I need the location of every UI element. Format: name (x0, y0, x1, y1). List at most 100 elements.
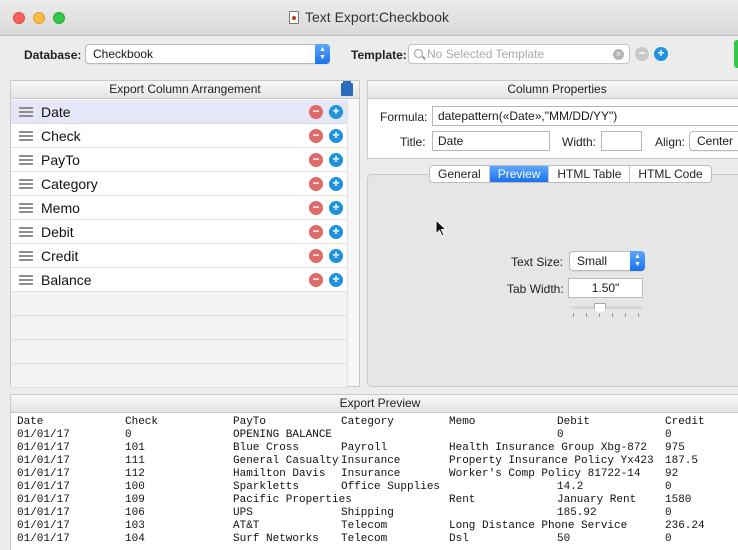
document-icon (289, 11, 300, 24)
preview-cell: 0 (665, 481, 672, 493)
preview-cell: 01/01/17 (17, 481, 70, 493)
drag-handle-icon[interactable] (19, 131, 33, 141)
preview-cell: Telecom (341, 520, 388, 532)
preview-cell: 14.2 (557, 481, 584, 493)
column-list-scrollbar[interactable] (347, 100, 359, 386)
remove-template-button[interactable]: − (635, 47, 649, 61)
align-popup[interactable]: Center (689, 131, 738, 151)
text-size-value: Small (577, 254, 608, 268)
database-label: Database: (24, 48, 82, 62)
column-row[interactable]: PayTo − + (11, 148, 347, 172)
properties-tabs: General Preview HTML Table HTML Code (429, 165, 712, 183)
preview-cell: Health Insurance Group Xbg-872 (449, 442, 648, 454)
formula-field[interactable]: datepattern(«Date»,"MM/DD/YY") (432, 106, 738, 126)
column-properties-header: Column Properties (368, 81, 738, 99)
tab-general[interactable]: General (430, 166, 490, 182)
preview-cell: 0 (665, 507, 672, 519)
remove-column-button[interactable]: − (309, 225, 323, 239)
remove-column-button[interactable]: − (309, 201, 323, 215)
column-row[interactable]: Balance − + (11, 268, 347, 292)
preview-cell: Category (341, 416, 394, 428)
preview-cell: 106 (125, 507, 145, 519)
preview-data-row: 01/01/17 0 OPENING BALANCE 0 0 (17, 429, 738, 442)
preview-cell: 975 (665, 442, 685, 454)
database-popup[interactable]: Checkbook ▲ ▼ (85, 44, 330, 64)
slider-tick (625, 313, 626, 317)
preview-cell: 236.24 (665, 520, 705, 532)
tab-html-table[interactable]: HTML Table (549, 166, 631, 182)
preview-cell: Property Insurance Policy Yx423 (449, 455, 654, 467)
title-field[interactable]: Date (432, 131, 550, 151)
remove-column-button[interactable]: − (309, 153, 323, 167)
column-row[interactable]: Credit − + (11, 244, 347, 268)
remove-column-button[interactable]: − (309, 273, 323, 287)
preview-cell: Dsl (449, 533, 469, 545)
slider-tick (586, 313, 587, 317)
add-column-button[interactable]: + (329, 153, 343, 167)
preview-cell: 0 (557, 429, 564, 441)
trash-icon[interactable] (341, 81, 353, 96)
add-column-button[interactable]: + (329, 129, 343, 143)
template-search-field[interactable]: No Selected Template × (408, 44, 630, 64)
export-preview-text[interactable]: Date Check PayTo Category Memo Debit Credit 01/… (11, 414, 738, 550)
preview-cell: Surf Networks (233, 533, 319, 545)
preview-cell: Insurance (341, 468, 401, 480)
preview-data-row: 01/01/17 106 UPS Shipping 185.92 0 (17, 507, 738, 520)
preview-cell: Long Distance Phone Service (449, 520, 628, 532)
slider-tick (599, 313, 600, 317)
remove-column-button[interactable]: − (309, 249, 323, 263)
preview-data-row: 01/01/17 111 General Casualty Insurance Prop… (17, 455, 738, 468)
preview-cell: 01/01/17 (17, 533, 70, 545)
preview-cell: Date (17, 416, 44, 428)
export-preview-panel: Export Preview Date Check PayTo Category Mem… (10, 394, 738, 550)
add-template-button[interactable]: + (654, 47, 668, 61)
column-row[interactable]: Category − + (11, 172, 347, 196)
add-column-button[interactable]: + (329, 225, 343, 239)
preview-data-row: 01/01/17 101 Blue Cross Payroll Health Insur… (17, 442, 738, 455)
column-row[interactable]: Date − + (11, 100, 347, 124)
preview-cell: OPENING BALANCE (233, 429, 333, 441)
template-placeholder: No Selected Template (427, 47, 545, 61)
column-row[interactable]: Check − + (11, 124, 347, 148)
preview-header-row: Date Check PayTo Category Memo Debit Credit (17, 416, 738, 429)
column-row[interactable]: Debit − + (11, 220, 347, 244)
clear-search-icon[interactable]: × (613, 49, 624, 60)
preview-cell: Pacific Properties (233, 494, 352, 506)
preview-cell: Worker's Comp Policy 81722-14 (449, 468, 641, 480)
preview-cell: 01/01/17 (17, 520, 70, 532)
drag-handle-icon[interactable] (19, 251, 33, 261)
tab-preview[interactable]: Preview (489, 166, 550, 182)
preview-cell: 103 (125, 520, 145, 532)
export-button-edge[interactable] (734, 40, 738, 68)
tab-width-field[interactable]: 1.50" (568, 278, 643, 298)
tab-html-code[interactable]: HTML Code (630, 166, 710, 182)
drag-handle-icon[interactable] (19, 227, 33, 237)
title-bar: Text Export:Checkbook (0, 0, 738, 36)
column-row[interactable]: Memo − + (11, 196, 347, 220)
drag-handle-icon[interactable] (19, 179, 33, 189)
remove-column-button[interactable]: − (309, 129, 323, 143)
column-name: PayTo (41, 152, 80, 168)
drag-handle-icon[interactable] (19, 107, 33, 117)
preview-cell: 50 (557, 533, 571, 545)
add-column-button[interactable]: + (329, 273, 343, 287)
drag-handle-icon[interactable] (19, 203, 33, 213)
add-column-button[interactable]: + (329, 105, 343, 119)
drag-handle-icon[interactable] (19, 275, 33, 285)
column-name: Balance (41, 272, 92, 288)
text-size-popup[interactable]: Small ▲ ▼ (569, 251, 645, 271)
preview-cell: January Rent (557, 494, 637, 506)
column-name: Category (41, 176, 98, 192)
preview-cell: 111 (125, 455, 145, 467)
add-column-button[interactable]: + (329, 201, 343, 215)
remove-column-button[interactable]: − (309, 177, 323, 191)
tab-width-slider[interactable] (571, 306, 643, 309)
column-name: Debit (41, 224, 74, 240)
width-field[interactable] (601, 131, 642, 151)
remove-column-button[interactable]: − (309, 105, 323, 119)
properties-tab-box (367, 174, 738, 387)
drag-handle-icon[interactable] (19, 155, 33, 165)
add-column-button[interactable]: + (329, 177, 343, 191)
add-column-button[interactable]: + (329, 249, 343, 263)
preview-cell: Insurance (341, 455, 401, 467)
